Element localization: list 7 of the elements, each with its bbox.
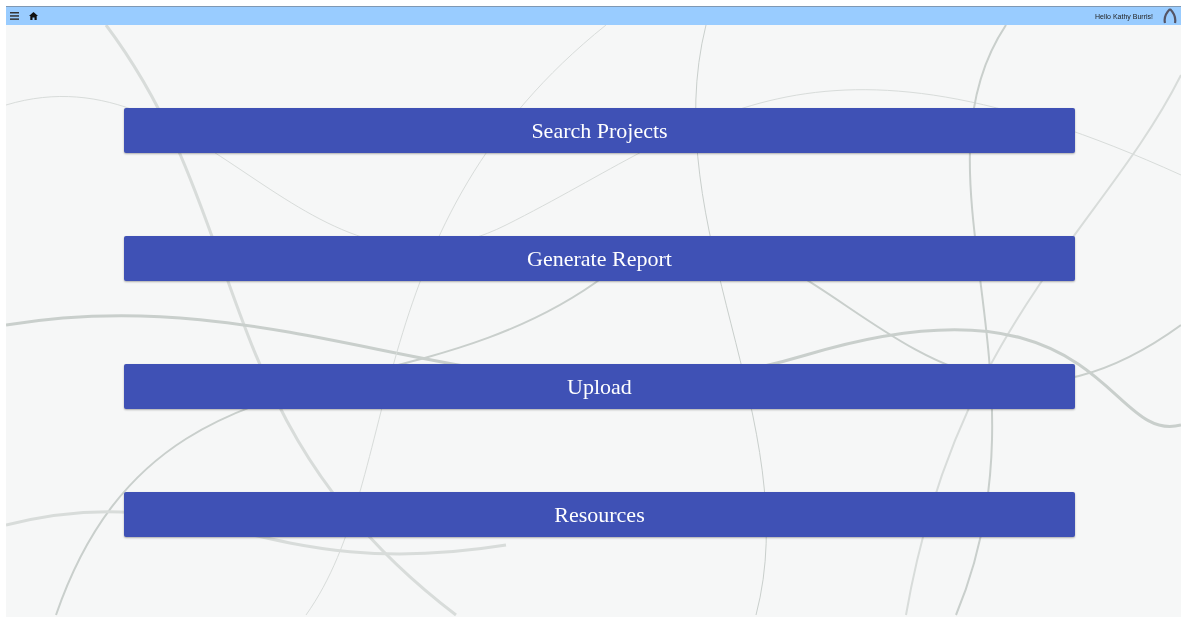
home-icon[interactable]	[29, 12, 38, 20]
nav-button[interactable]: Generate Report	[124, 236, 1075, 281]
nav-button[interactable]: Upload	[124, 364, 1075, 409]
nav-button[interactable]: Resources	[124, 492, 1075, 537]
nav-button[interactable]: Search Projects	[124, 108, 1075, 153]
menu-icon[interactable]	[10, 12, 19, 20]
logo-icon	[1163, 8, 1177, 24]
